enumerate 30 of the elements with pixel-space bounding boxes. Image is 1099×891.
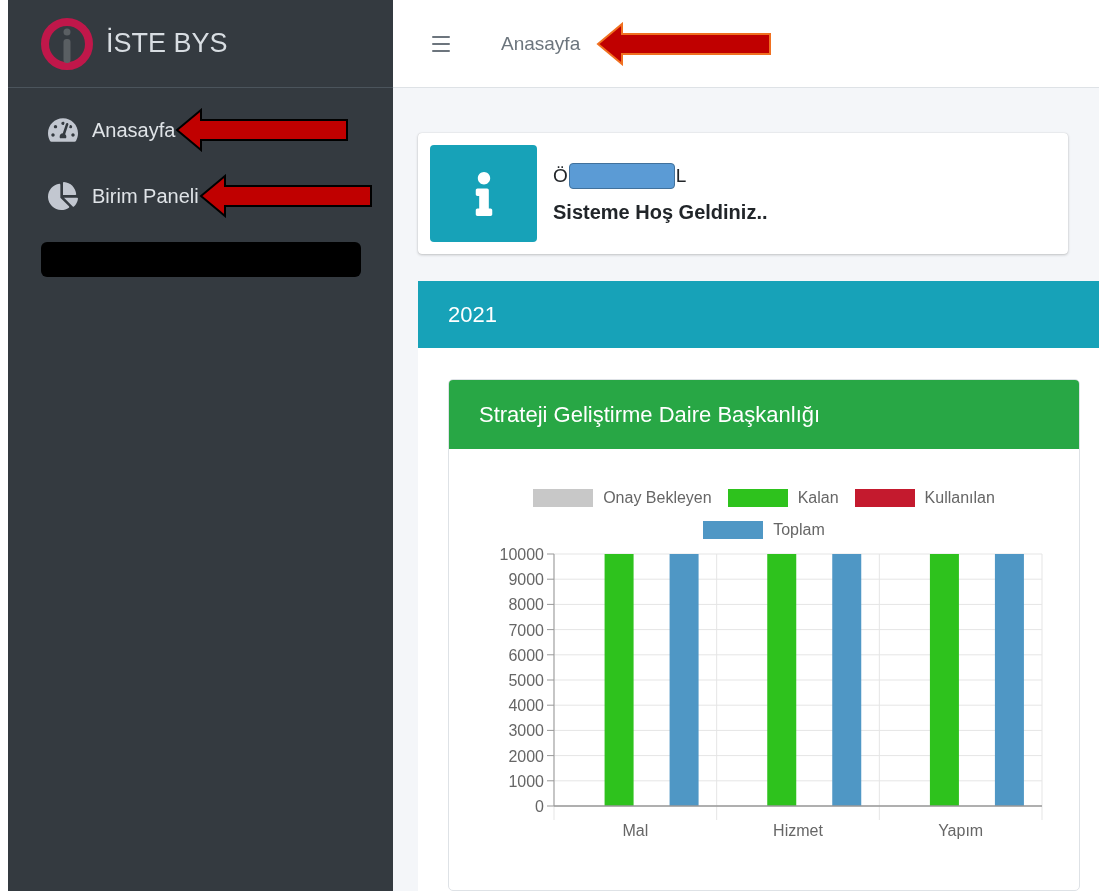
year-title: 2021 xyxy=(448,301,497,328)
y-tick-label: 2000 xyxy=(508,747,544,765)
y-tick-label: 7000 xyxy=(508,621,544,639)
info-icon xyxy=(430,145,537,242)
y-tick-label: 3000 xyxy=(508,722,544,740)
y-tick-label: 6000 xyxy=(508,646,544,664)
x-tick-label: Mal xyxy=(622,822,649,839)
user-name-start: Ö xyxy=(553,165,568,187)
pie-chart-icon xyxy=(48,181,78,211)
y-tick-label: 8000 xyxy=(508,596,544,614)
legend-label: Kalan xyxy=(797,489,839,507)
y-tick-label: 0 xyxy=(535,798,544,815)
user-name-end: L xyxy=(675,165,687,187)
x-tick-label: Yapım xyxy=(938,822,984,839)
sidebar-item[interactable]: Birim Paneli xyxy=(48,181,199,211)
card-title: Strateji Geliştirme Daire Başkanlığı xyxy=(479,401,821,428)
gauge-icon xyxy=(48,115,78,145)
y-tick-label: 10000 xyxy=(499,546,544,563)
y-tick-label: 9000 xyxy=(508,571,544,589)
y-tick-label: 1000 xyxy=(508,772,544,790)
legend-label: Onay Bekleyen xyxy=(603,489,712,507)
legend-label: Kullanılan xyxy=(924,489,995,507)
brand-name: İSTE BYS xyxy=(106,28,228,59)
y-tick-label: 4000 xyxy=(508,697,544,715)
welcome-message: Sisteme Hoş Geldiniz.. xyxy=(553,201,768,224)
legend-label: Toplam xyxy=(773,521,825,539)
y-tick-label: 5000 xyxy=(508,672,544,689)
x-tick-label: Hizmet xyxy=(773,822,823,839)
sidebar-item[interactable]: Anasayfa xyxy=(48,115,176,145)
breadcrumb-link[interactable]: Anasayfa xyxy=(501,32,581,55)
